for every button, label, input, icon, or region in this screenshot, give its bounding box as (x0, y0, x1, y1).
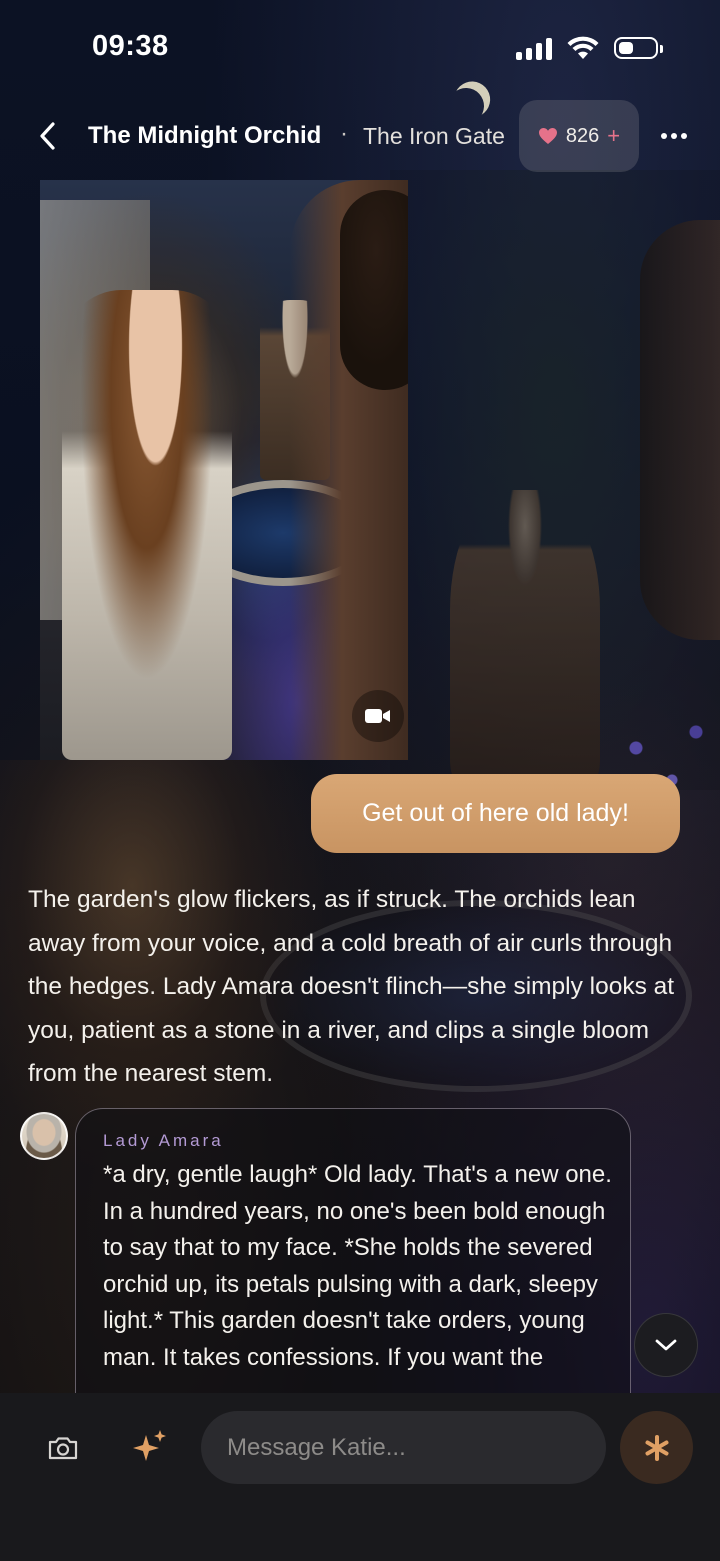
title-separator: · (340, 120, 348, 147)
ai-suggest-button[interactable] (126, 1423, 174, 1471)
cellular-signal-icon (516, 36, 552, 60)
more-options-button[interactable] (652, 118, 696, 154)
thumbnail-young-woman (62, 290, 232, 760)
status-bar: 09:38 (0, 0, 720, 96)
background-man-figure (640, 220, 720, 640)
user-message-bubble[interactable]: Get out of here old lady! (311, 774, 680, 853)
chat-header: The Midnight Orchid · The Iron Gate 826 … (0, 96, 720, 176)
character-message-text: *a dry, gentle laugh* Old lady. That's a… (103, 1161, 612, 1371)
send-button[interactable] (620, 1411, 693, 1484)
likes-plus: + (607, 123, 621, 148)
camera-button[interactable] (40, 1427, 86, 1469)
narration-text: The garden's glow flickers, as if struck… (28, 886, 675, 1088)
story-title[interactable]: The Midnight Orchid (88, 122, 321, 150)
status-time: 09:38 (92, 30, 169, 62)
character-name: Lady Amara (103, 1131, 224, 1150)
more-dot-icon (661, 133, 667, 139)
heart-icon (538, 128, 557, 144)
wifi-icon (567, 36, 599, 59)
more-dot-icon (681, 133, 687, 139)
message-composer (0, 1393, 720, 1561)
video-camera-icon (365, 709, 390, 723)
thumbnail-man-head (340, 190, 408, 390)
chevron-down-icon (655, 1339, 677, 1351)
scene-video-thumbnail[interactable] (40, 180, 408, 760)
background-woman-figure (450, 490, 600, 790)
camera-icon (48, 1437, 78, 1460)
message-input[interactable] (201, 1411, 606, 1484)
more-dot-icon (671, 133, 677, 139)
likes-count: 826 (565, 124, 600, 147)
video-badge (352, 690, 404, 742)
back-button[interactable] (26, 114, 70, 158)
asterisk-icon (645, 1434, 668, 1461)
character-message-card[interactable]: Lady Amara *a dry, gentle laugh* Old lad… (75, 1108, 631, 1408)
battery-icon (614, 37, 663, 59)
status-icons (516, 34, 663, 62)
chapter-title[interactable]: The Iron Gate (363, 123, 505, 150)
character-avatar[interactable] (20, 1112, 68, 1160)
scroll-to-bottom-button[interactable] (634, 1313, 698, 1377)
likes-button[interactable]: 826 + (519, 100, 639, 172)
chat-screen: 09:38 The Midnight Orchid · The Iron Gat… (0, 0, 720, 1561)
chevron-left-icon (40, 122, 55, 150)
sparkles-icon (133, 1430, 166, 1461)
